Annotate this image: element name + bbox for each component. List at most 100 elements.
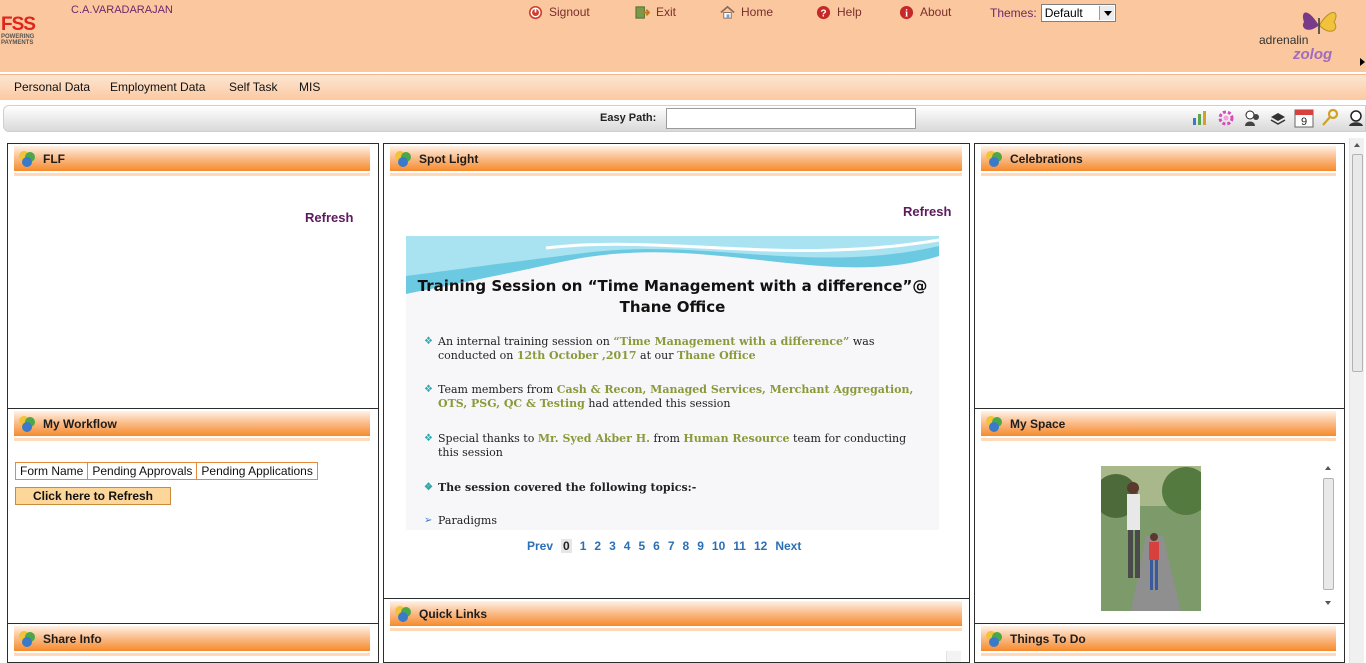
things-to-do-panel: Things To Do xyxy=(974,623,1345,663)
my-space-scrollbar[interactable] xyxy=(1321,462,1336,612)
celebrations-panel-title: Celebrations xyxy=(1010,151,1083,166)
things-to-do-panel-header: Things To Do xyxy=(981,626,1336,653)
diamond-bullet-icon: ❖ xyxy=(424,433,433,444)
pager-page-12[interactable]: 12 xyxy=(754,539,767,553)
flf-panel-header: FLF xyxy=(14,146,370,173)
slide-bullet: ❖ An internal training session on “Time … xyxy=(424,335,875,362)
my-space-panel-title: My Space xyxy=(1010,416,1066,431)
table-header-row: Form Name Pending Approvals Pending Appl… xyxy=(14,462,318,480)
brand-zolog: zolog xyxy=(1293,46,1333,63)
about-label: About xyxy=(920,5,952,19)
scroll-thumb[interactable] xyxy=(1323,478,1334,590)
chart-icon[interactable] xyxy=(1189,107,1211,129)
scroll-up-icon[interactable] xyxy=(1354,143,1360,147)
pager-page-3[interactable]: 3 xyxy=(609,539,616,553)
spotlight-slide: Training Session on “Time Management wit… xyxy=(406,236,939,530)
menu-self-task[interactable]: Self Task xyxy=(229,80,277,94)
page-scrollbar[interactable] xyxy=(1349,138,1364,663)
svg-text:i: i xyxy=(905,8,908,19)
pager-page-9[interactable]: 9 xyxy=(697,539,704,553)
scroll-down-icon[interactable] xyxy=(1325,601,1331,605)
signout-icon xyxy=(528,5,543,19)
portlet-icon xyxy=(19,630,35,647)
pager-page-1[interactable]: 1 xyxy=(580,539,587,553)
pager-page-11[interactable]: 11 xyxy=(733,539,746,553)
slide-bullet: ❖ Special thanks to Mr. Syed Akber H. fr… xyxy=(424,432,907,459)
gear-icon[interactable] xyxy=(1215,107,1237,129)
spot-light-panel-header: Spot Light xyxy=(390,146,962,173)
diamond-bullet-icon: ❖ xyxy=(424,384,433,395)
svg-text:?: ? xyxy=(820,8,826,19)
flf-panel-title: FLF xyxy=(43,151,65,166)
pager-page-4[interactable]: 4 xyxy=(624,539,631,553)
scroll-thumb[interactable] xyxy=(1352,154,1363,372)
exit-link[interactable]: Exit xyxy=(635,3,676,21)
themes-dropdown[interactable]: Default xyxy=(1040,4,1116,22)
portlet-icon xyxy=(395,605,411,622)
quick-links-panel-title: Quick Links xyxy=(419,606,488,621)
profile-photo xyxy=(1101,466,1201,611)
expand-arrow-icon[interactable] xyxy=(1360,58,1365,66)
things-to-do-panel-title: Things To Do xyxy=(1010,631,1086,646)
pager-next-link[interactable]: Next xyxy=(775,539,801,553)
quick-links-panel: Quick Links xyxy=(383,598,970,663)
celebrations-panel: Celebrations xyxy=(974,143,1345,409)
column-header-pending-approvals: Pending Approvals xyxy=(87,462,198,480)
brand-adrenalin: adrenalin xyxy=(1259,33,1309,47)
menu-mis[interactable]: MIS xyxy=(299,80,320,94)
pager-page-0[interactable]: 0 xyxy=(561,539,572,553)
about-link[interactable]: i About xyxy=(899,3,951,21)
menu-personal-data[interactable]: Personal Data xyxy=(14,80,90,94)
exit-icon xyxy=(635,5,650,19)
logo-text: FSS xyxy=(1,14,36,35)
menu-employment-data[interactable]: Employment Data xyxy=(110,80,205,94)
about-icon: i xyxy=(899,5,914,19)
chevron-down-icon[interactable] xyxy=(1098,6,1114,20)
share-info-panel-title: Share Info xyxy=(43,631,102,646)
slide-bullet: ➢ Paradigms xyxy=(424,514,497,527)
themes-selected-value: Default xyxy=(1044,6,1083,20)
pager-prev-link[interactable]: Prev xyxy=(527,539,553,553)
pager-page-10[interactable]: 10 xyxy=(712,539,725,553)
diamond-bullet-icon: ❖ xyxy=(424,482,433,493)
scroll-up-icon[interactable] xyxy=(1325,466,1331,470)
signout-label: Signout xyxy=(549,5,590,19)
diamond-bullet-icon: ❖ xyxy=(424,336,433,347)
my-workflow-panel-title: My Workflow xyxy=(43,416,117,431)
portlet-icon xyxy=(986,630,1002,647)
key-icon[interactable] xyxy=(1319,107,1341,129)
easy-path-input[interactable] xyxy=(666,108,916,129)
home-icon xyxy=(720,5,735,19)
portlet-icon xyxy=(19,150,35,167)
help-link[interactable]: ? Help xyxy=(816,3,862,21)
slide-bullet: ❖ The session covered the following topi… xyxy=(424,481,697,494)
spot-light-panel: Spot Light Refresh Training Session on “… xyxy=(383,143,970,599)
spot-light-panel-title: Spot Light xyxy=(419,151,479,166)
pager-page-7[interactable]: 7 xyxy=(668,539,675,553)
pager-page-2[interactable]: 2 xyxy=(594,539,601,553)
my-workflow-panel-header: My Workflow xyxy=(14,411,370,438)
portlet-icon xyxy=(986,150,1002,167)
people-icon[interactable] xyxy=(1241,107,1263,129)
pager-page-6[interactable]: 6 xyxy=(653,539,660,553)
quick-links-scrollbar[interactable] xyxy=(946,651,961,662)
pager-page-8[interactable]: 8 xyxy=(683,539,690,553)
share-info-panel: Share Info xyxy=(7,623,379,663)
spot-light-refresh-link[interactable]: Refresh xyxy=(903,204,951,219)
pager-page-5[interactable]: 5 xyxy=(638,539,645,553)
signout-link[interactable]: Signout xyxy=(528,3,590,21)
user-settings-icon[interactable] xyxy=(1345,107,1366,129)
username: C.A.VARADARAJAN xyxy=(71,4,173,16)
calendar-icon[interactable]: 9 xyxy=(1293,107,1315,129)
help-icon: ? xyxy=(816,5,831,19)
workflow-refresh-button[interactable]: Click here to Refresh xyxy=(15,487,171,505)
portlet-icon xyxy=(395,150,411,167)
workflow-table: Form Name Pending Approvals Pending Appl… xyxy=(14,462,318,480)
home-link[interactable]: Home xyxy=(720,3,773,21)
column-header-form-name: Form Name xyxy=(14,462,89,480)
transfer-icon[interactable] xyxy=(1267,107,1289,129)
calendar-day: 9 xyxy=(1301,116,1307,128)
portlet-icon xyxy=(19,415,35,432)
slide-title: Training Session on “Time Management wit… xyxy=(406,276,939,318)
flf-refresh-link[interactable]: Refresh xyxy=(305,210,353,225)
